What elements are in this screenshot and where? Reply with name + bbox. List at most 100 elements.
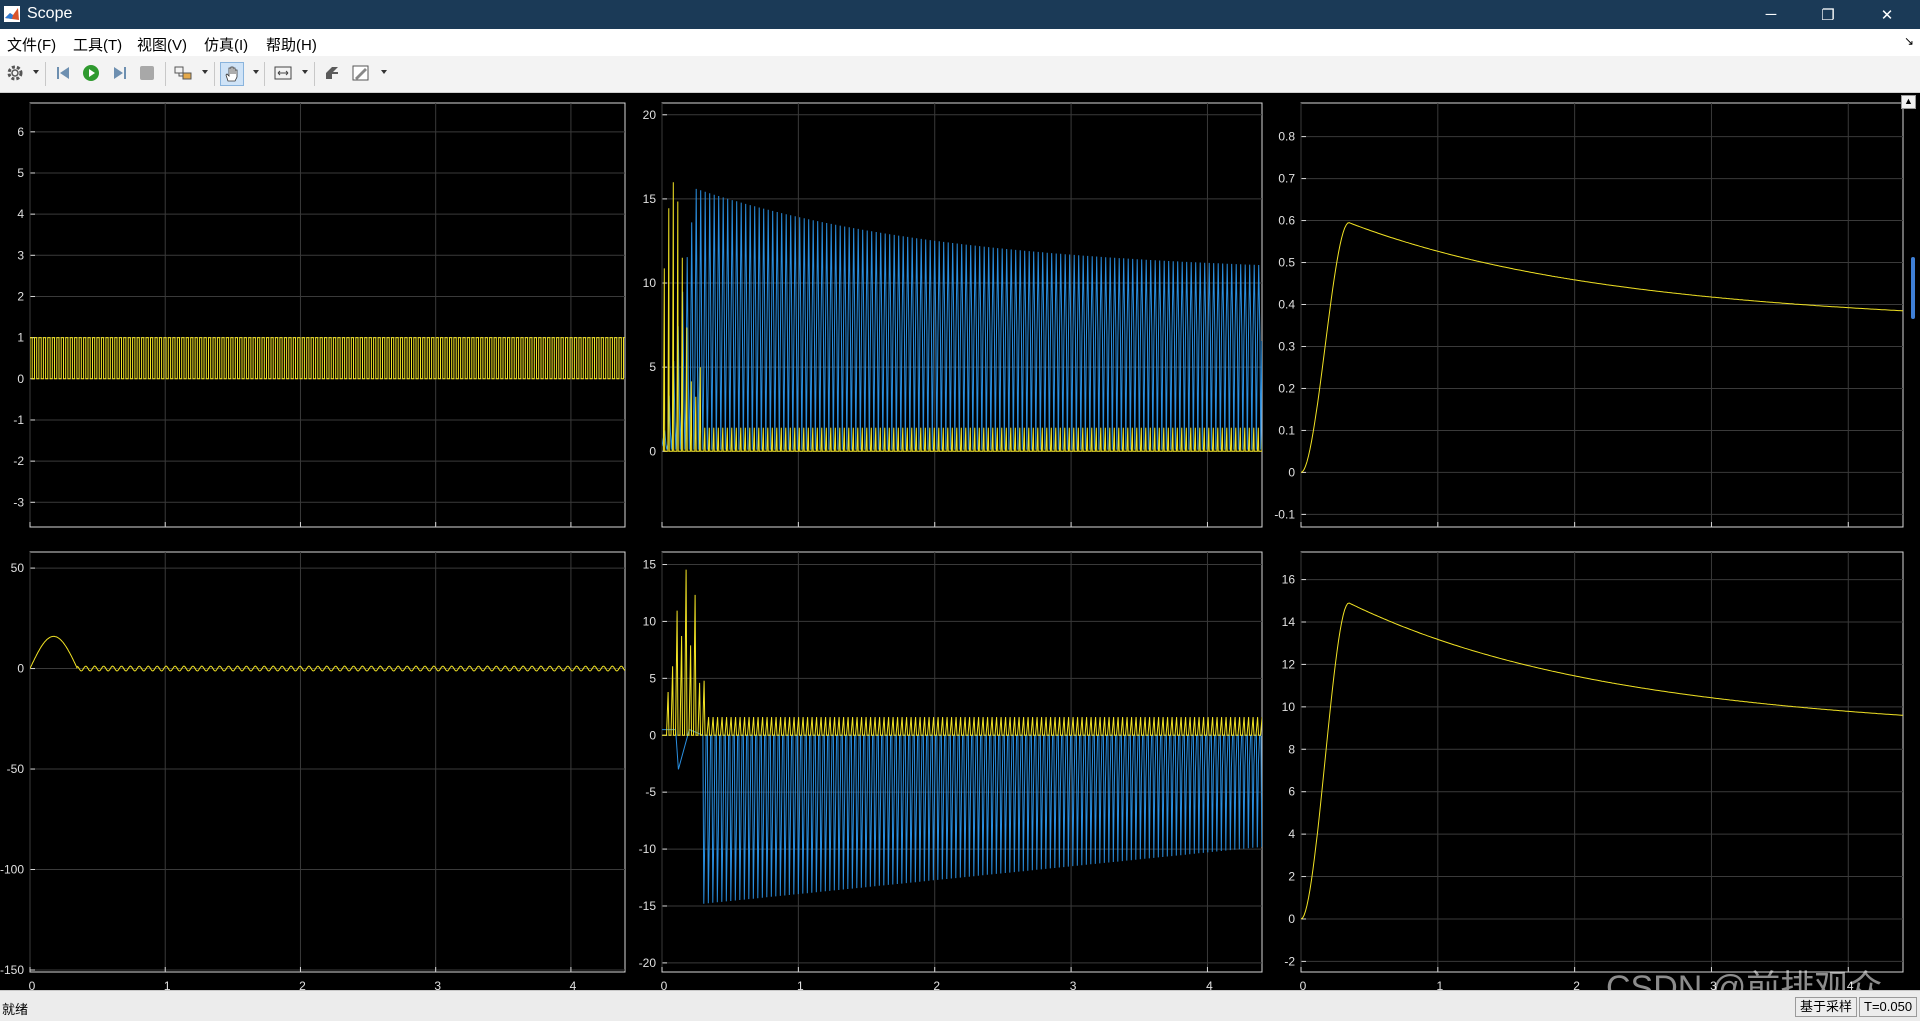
menu-help[interactable]: 帮助(H) (266, 34, 317, 55)
scope-panel-top-right[interactable]: -0.1 0 0.1 0.2 0.3 0.4 0.5 0.6 0.7 0.8 (1274, 102, 1904, 528)
y-tick-label: 15 (643, 192, 657, 206)
y-tick-label: 10 (1282, 700, 1296, 714)
y-tick-label: 0 (1288, 912, 1295, 926)
menu-view[interactable]: 视图(V) (137, 34, 187, 55)
y-tick-label: 0.1 (1278, 423, 1295, 437)
signal-select-button[interactable] (172, 62, 194, 84)
pan-dropdown-icon[interactable] (253, 70, 259, 74)
scope-panel-bottom-middle[interactable]: -20-15-10-505101501234×10⁻⁴ (639, 551, 1264, 990)
scope-plot-area[interactable]: -3 -2 -1 0 1 2 3 4 5 6 0 5 10 15 20 -0.1 0 0.1 0.2 0.3 0.4 0.… (0, 93, 1920, 990)
title-bar: Scope ─ ❐ ✕ (0, 0, 1920, 29)
gear-icon (7, 65, 23, 81)
scope-canvas[interactable]: -3-2-1012345605101520-0.100.10.20.30.40.… (0, 93, 1920, 990)
x-tick-label: 2 (1573, 979, 1580, 990)
close-button[interactable]: ✕ (1864, 0, 1910, 29)
settings-button[interactable] (4, 62, 26, 84)
run-button[interactable] (80, 62, 102, 84)
pan-button[interactable] (220, 62, 244, 86)
menu-file[interactable]: 文件(F) (7, 34, 56, 55)
zoom-fit-dropdown-icon[interactable] (302, 70, 308, 74)
y-tick-label: 2 (17, 289, 24, 303)
y-tick-label: 12 (1282, 657, 1296, 671)
y-tick-label: 0.5 (1278, 256, 1295, 270)
highlight-block-icon (326, 67, 338, 79)
restore-icon: ❐ (1821, 6, 1835, 24)
x-tick-label: 2 (299, 979, 306, 990)
signal-select-dropdown-icon[interactable] (202, 70, 208, 74)
y-tick-label: 0 (649, 444, 656, 458)
x-tick-label: 4 (570, 979, 577, 990)
signal-select-icon (174, 66, 192, 80)
settings-dropdown-icon[interactable] (33, 70, 39, 74)
restore-button[interactable]: ❐ (1805, 0, 1851, 29)
x-tick-label: 1 (1436, 979, 1443, 990)
x-tick-label: 1 (164, 979, 171, 990)
stop-icon (140, 66, 154, 80)
y-tick-label: -1 (13, 413, 24, 427)
plot-frame (29, 551, 626, 973)
sample-mode-label: 基于采样 (1795, 997, 1858, 1017)
toolbar-separator (214, 62, 215, 86)
y-tick-label: 0.8 (1278, 130, 1295, 144)
plot-frame (1300, 102, 1904, 528)
y-tick-label: 4 (1288, 827, 1295, 841)
y-tick-label: 0 (17, 372, 24, 386)
x-tick-label: 3 (434, 979, 441, 990)
y-tick-label: 8 (1288, 742, 1295, 756)
step-back-icon (57, 67, 69, 79)
scope-panel-top-middle[interactable]: 0 5 10 15 20 (643, 102, 1264, 528)
step-back-button[interactable] (53, 62, 75, 84)
x-tick-label: 2 (933, 979, 940, 990)
y-tick-label: -50 (7, 762, 25, 776)
y-tick-label: 4 (17, 207, 24, 221)
zoom-fit-button[interactable] (272, 62, 294, 84)
scrollbar-thumb[interactable] (1911, 257, 1915, 319)
highlight-block-button[interactable] (321, 62, 343, 84)
y-tick-label: -2 (1284, 954, 1295, 968)
y-tick-label: -2 (13, 454, 24, 468)
menu-bar: 文件(F) 工具(T) 视图(V) 仿真(I) 帮助(H) ↘ (0, 29, 1920, 56)
y-tick-label: 50 (11, 561, 25, 575)
toolbar-separator (165, 62, 166, 86)
y-tick-label: 20 (643, 108, 657, 122)
x-tick-label: 0 (661, 979, 668, 990)
toolbar (0, 56, 1920, 93)
y-tick-label: 3 (17, 248, 24, 262)
step-forward-button[interactable] (108, 62, 130, 84)
y-tick-label: 0 (1288, 465, 1295, 479)
x-tick-label: 4 (1206, 979, 1213, 990)
menu-tools[interactable]: 工具(T) (73, 34, 122, 55)
scope-panel-bottom-right[interactable]: -202468101214160 1 2 3 4 (1282, 551, 1904, 990)
y-tick-label: -0.1 (1274, 507, 1295, 521)
toolbar-separator (264, 62, 265, 86)
scope-panel-bottom-left[interactable]: -150-100-5005001234×10⁻⁴ (0, 551, 626, 990)
dock-icon[interactable]: ↘ (1904, 34, 1914, 48)
x-tick-label: 3 (1070, 979, 1077, 990)
menu-simulation[interactable]: 仿真(I) (204, 34, 248, 55)
y-tick-label: 0.2 (1278, 381, 1295, 395)
window-title: Scope (27, 5, 73, 22)
toolbar-separator (45, 62, 46, 86)
step-forward-icon (114, 67, 126, 79)
scope-panel-top-left[interactable]: -3 -2 -1 0 1 2 3 4 5 6 (13, 102, 628, 528)
status-text: 就绪 (2, 1002, 29, 1017)
y-tick-label: 5 (17, 166, 24, 180)
y-tick-label: 6 (17, 125, 24, 139)
y-tick-label: -10 (639, 842, 657, 856)
sim-time-label: T=0.050 (1859, 997, 1918, 1017)
x-tick-label: 0 (29, 979, 36, 990)
style-button[interactable] (350, 62, 372, 84)
scroll-up-icon[interactable]: ▲ (1901, 95, 1916, 109)
x-tick-label: 0 (1300, 979, 1307, 990)
close-icon: ✕ (1880, 6, 1894, 24)
status-bar: 就绪 基于采样 T=0.050 (0, 990, 1920, 1021)
minimize-button[interactable]: ─ (1748, 0, 1794, 29)
y-tick-label: 14 (1282, 615, 1296, 629)
y-tick-label: 5 (649, 360, 656, 374)
series-line-yellow (30, 337, 625, 380)
style-dropdown-icon[interactable] (381, 70, 387, 74)
stop-button[interactable] (136, 62, 158, 84)
y-tick-label: 0 (17, 662, 24, 676)
y-tick-label: -15 (639, 899, 657, 913)
y-tick-label: -150 (0, 963, 24, 977)
